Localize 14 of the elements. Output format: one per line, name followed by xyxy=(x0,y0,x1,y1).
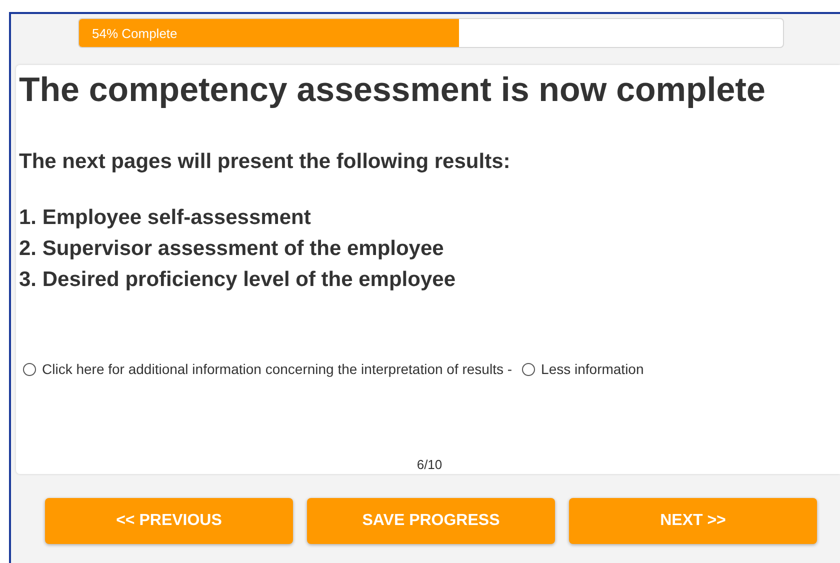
intro-text: The next pages will present the following results: xyxy=(19,150,512,174)
heading: The competency assessment is now complete xyxy=(19,71,766,110)
page-indicator: 6/10 xyxy=(416,457,442,472)
result-item: 2. Supervisor assessment of the employee xyxy=(19,236,445,262)
radio-icon[interactable] xyxy=(522,362,536,376)
nav-button[interactable]: << PREVIOUS xyxy=(45,498,293,544)
radio-icon[interactable] xyxy=(23,362,36,376)
result-item: 1. Employee self-assessment xyxy=(19,205,312,231)
radio-option[interactable]: Click here for additional information concerning the interpretation of results - xyxy=(23,361,512,377)
result-item: 3. Desired proficiency level of the employee xyxy=(19,267,456,293)
nav-button[interactable]: SAVE PROGRESS xyxy=(307,498,555,544)
radio-option[interactable]: Less information xyxy=(522,361,644,377)
nav-button[interactable]: NEXT >> xyxy=(569,498,817,544)
progress-label: 54% Complete xyxy=(92,26,178,41)
